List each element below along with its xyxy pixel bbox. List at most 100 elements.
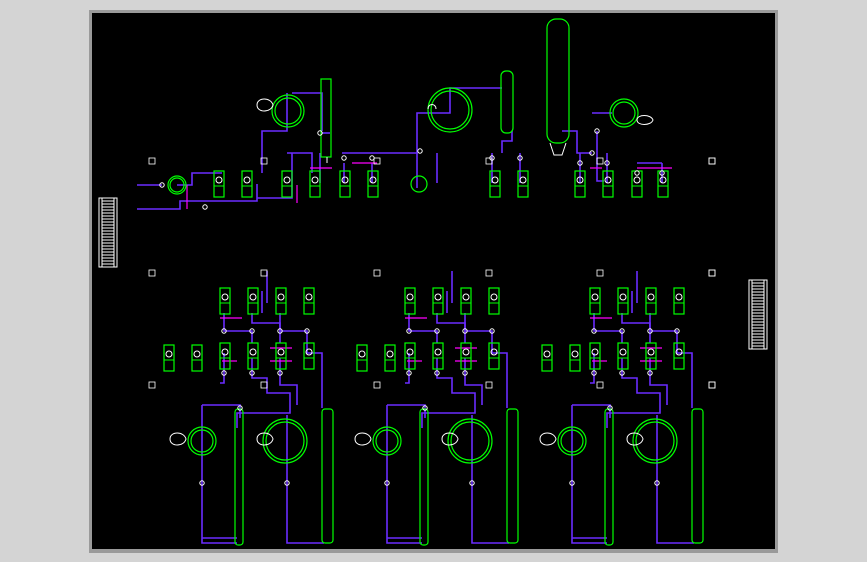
aux-tank-right [256,432,274,446]
zone-marker [708,269,716,277]
zone-marker [708,157,716,165]
pump-unit [367,170,379,198]
pump-impeller-icon [358,350,366,358]
aux-tank-left [169,432,187,446]
pump-impeller-icon [659,176,667,184]
pump-body [191,344,203,372]
pump-body [367,170,379,198]
pump-body [569,344,581,372]
train-pipe [251,313,281,343]
pump-unit [645,342,657,370]
zone-marker [708,269,716,277]
zone-marker-box [596,269,604,277]
pump-body [488,287,500,315]
zone-marker-box [708,381,716,389]
pump-impeller-icon [386,350,394,358]
train-process-lines [386,271,509,544]
column-left [604,408,614,546]
pump-body [617,342,629,370]
pump-unit [339,170,351,198]
pump-unit [247,342,259,370]
top-valves [159,128,665,210]
zone-marker [260,269,268,277]
train-aux [169,432,274,446]
pump-unit [219,287,231,315]
pump-impeller-icon [341,176,349,184]
top-secondary-lines [186,162,672,209]
top-process-lines [137,87,663,210]
train-pipe [571,405,607,544]
zone-marker-box [148,269,156,277]
valve-icon [369,155,375,161]
pump-impeller-icon [305,293,313,301]
aux-tank-right [626,432,644,446]
pump-impeller-icon [619,348,627,356]
cad-canvas [92,13,775,549]
zone-marker-box [708,269,716,277]
top-pump-row [213,170,669,198]
train-pipe [202,404,241,418]
column-right [691,408,704,544]
left-legend-rungs [102,200,114,268]
pump-body [219,287,231,315]
pump-impeller-icon [571,350,579,358]
pump-body [275,342,287,370]
pump-body [247,342,259,370]
pump-impeller-icon [591,348,599,356]
pump-impeller-icon [249,348,257,356]
pump-body [303,342,315,370]
pump-unit [541,344,553,372]
pump-unit [241,170,253,198]
pump-unit [247,287,259,315]
pump-unit [309,170,321,198]
pump-unit [617,287,629,315]
zone-marker-box [373,269,381,277]
pump-unit [488,287,500,315]
train-pipe [279,358,298,405]
pump-body [673,287,685,315]
pump-impeller-icon [221,293,229,301]
pump-body [589,287,601,315]
train-pipe [436,313,466,343]
pump-body [281,170,293,198]
column-right [506,408,519,544]
pump-impeller-icon [619,293,627,301]
pump-body [339,170,351,198]
zone-marker [373,269,381,277]
aux-tank-right [441,432,459,446]
pump-body [617,287,629,315]
pump-impeller-icon [491,176,499,184]
pump-body [247,287,259,315]
pump-body [488,342,500,370]
zone-marker-box [373,381,381,389]
zone-marker-box [260,381,268,389]
pump-body [275,287,287,315]
zone-marker-box [708,381,716,389]
train-pipe [386,405,422,544]
zone-marker [596,157,604,165]
train-process-lines [201,271,324,544]
train-equipment [372,408,519,546]
valve-icon [341,155,347,161]
pump-unit [569,344,581,372]
pump-unit [404,342,416,370]
pump-unit [432,342,444,370]
pump-unit [673,342,685,370]
right-legend-rungs [752,282,764,350]
pump-unit [673,287,685,315]
column-left [419,408,429,546]
zone-marker [596,381,604,389]
pump-unit [384,344,396,372]
pump-impeller-icon [249,293,257,301]
aux-tank-left [354,432,372,446]
pump-impeller-icon [406,293,414,301]
pump-unit [356,344,368,372]
train-pipe [572,404,611,418]
zone-marker-box [596,381,604,389]
pump-body [356,344,368,372]
pump-body [309,170,321,198]
pump-unit [303,342,315,370]
pump-unit [460,287,472,315]
pump-unit [589,342,601,370]
pump-impeller-icon [675,293,683,301]
